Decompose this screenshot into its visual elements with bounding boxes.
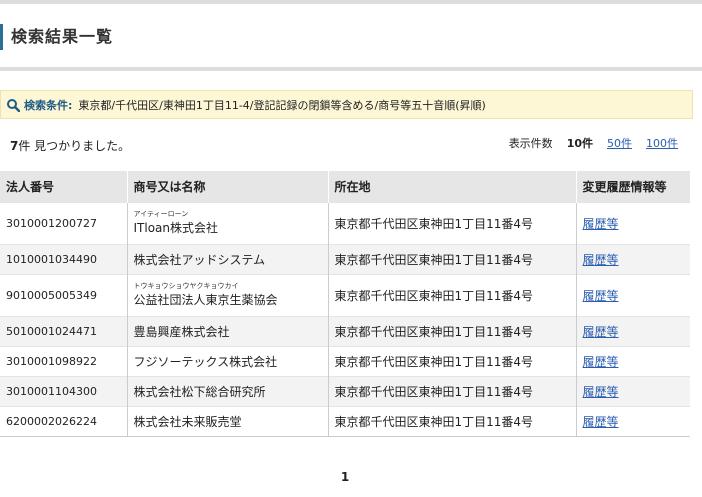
company-name: 株式会社未来販売堂 (126, 405, 328, 437)
page-title: 検索結果一覧 (11, 27, 114, 46)
per-page-option-10: 10件 (566, 137, 593, 150)
company-name: 公益社団法人東京生薬協会 (133, 293, 278, 307)
company-kana: アイティーローン (133, 210, 189, 218)
company-address: 東京都千代田区東神田1丁目11番4号 (327, 375, 576, 406)
company-kana: トウキョウショウヤクキョウカイ (133, 282, 239, 290)
company-address: 東京都千代田区東神田1丁目11番4号 (327, 273, 576, 316)
history-cell: 履歴等 (575, 243, 690, 274)
history-link[interactable]: 履歴等 (583, 325, 619, 339)
table-row: 9010005005349 トウキョウショウヤクキョウカイ公益社団法人東京生薬協… (0, 273, 690, 316)
search-icon (7, 98, 20, 112)
table-row: 6200002026224 株式会社未来販売堂 東京都千代田区東神田1丁目11番… (0, 405, 690, 437)
search-conditions-label: 検索条件: (24, 98, 73, 112)
company-name-cell: トウキョウショウヤクキョウカイ公益社団法人東京生薬協会 (126, 273, 328, 316)
history-cell: 履歴等 (575, 405, 690, 437)
history-cell: 履歴等 (575, 273, 690, 316)
page-header: 検索結果一覧 (0, 24, 113, 50)
per-page-label: 表示件数 (508, 137, 553, 150)
history-link[interactable]: 履歴等 (583, 289, 619, 303)
corporate-number: 3010001200727 (0, 201, 127, 244)
company-address: 東京都千代田区東神田1丁目11番4号 (327, 315, 576, 346)
corporate-number: 1010001034490 (0, 243, 127, 274)
table-row: 5010001024471 豊島興産株式会社 東京都千代田区東神田1丁目11番4… (0, 315, 690, 346)
company-address: 東京都千代田区東神田1丁目11番4号 (327, 345, 576, 376)
title-divider (0, 67, 702, 71)
corporate-number: 5010001024471 (0, 315, 127, 346)
per-page-option-50[interactable]: 50件 (607, 135, 632, 151)
results-table: 法人番号 商号又は名称 所在地 変更履歴情報等 3010001200727 アイ… (0, 171, 690, 437)
corporate-number: 6200002026224 (0, 405, 127, 437)
table-header-row: 法人番号 商号又は名称 所在地 変更履歴情報等 (0, 171, 690, 202)
history-cell: 履歴等 (575, 315, 690, 346)
search-conditions-bar: 検索条件: 東京都/千代田区/東神田1丁目11-4/登記記録の閉鎖等含める/商号… (0, 90, 693, 119)
company-name: ITloan株式会社 (133, 221, 219, 235)
top-divider (0, 0, 702, 4)
per-page-selector: 表示件数 10件 50件 100件 (509, 135, 678, 151)
header-corporate-number: 法人番号 (0, 171, 127, 202)
header-history: 変更履歴情報等 (575, 171, 690, 202)
history-link[interactable]: 履歴等 (583, 415, 619, 429)
corporate-number: 3010001098922 (0, 345, 127, 376)
pagination-current-page: 1 (340, 470, 350, 484)
company-address: 東京都千代田区東神田1丁目11番4号 (327, 243, 576, 274)
table-row: 3010001104300 株式会社松下総合研究所 東京都千代田区東神田1丁目1… (0, 375, 690, 406)
table-row: 3010001098922 フジソーテックス株式会社 東京都千代田区東神田1丁目… (0, 345, 690, 376)
history-link[interactable]: 履歴等 (583, 253, 619, 267)
corporate-number: 3010001104300 (0, 375, 127, 406)
per-page-option-100[interactable]: 100件 (646, 135, 678, 151)
header-address: 所在地 (327, 171, 576, 202)
company-address: 東京都千代田区東神田1丁目11番4号 (327, 201, 576, 244)
header-name: 商号又は名称 (126, 171, 328, 202)
company-name: 株式会社アッドシステム (126, 243, 328, 274)
company-name-cell: アイティーローン ITloan株式会社 (126, 201, 328, 244)
history-cell: 履歴等 (575, 375, 690, 406)
pagination: 1 (0, 470, 690, 484)
table-row: 1010001034490 株式会社アッドシステム 東京都千代田区東神田1丁目1… (0, 243, 690, 274)
company-name: 株式会社松下総合研究所 (126, 375, 328, 406)
search-conditions-value: 東京都/千代田区/東神田1丁目11-4/登記記録の閉鎖等含める/商号等五十音順(… (78, 98, 486, 112)
corporate-number: 9010005005349 (0, 273, 127, 316)
history-link[interactable]: 履歴等 (583, 355, 619, 369)
result-count-suffix: 件 見つかりました。 (18, 139, 131, 153)
history-link[interactable]: 履歴等 (583, 217, 619, 231)
company-address: 東京都千代田区東神田1丁目11番4号 (327, 405, 576, 437)
company-name: フジソーテックス株式会社 (126, 345, 328, 376)
history-cell: 履歴等 (575, 345, 690, 376)
history-cell: 履歴等 (575, 201, 690, 244)
company-name: 豊島興産株式会社 (126, 315, 328, 346)
table-row: 3010001200727 アイティーローン ITloan株式会社 東京都千代田区… (0, 201, 690, 244)
result-count: 7件 見つかりました。 (10, 137, 130, 154)
history-link[interactable]: 履歴等 (583, 385, 619, 399)
